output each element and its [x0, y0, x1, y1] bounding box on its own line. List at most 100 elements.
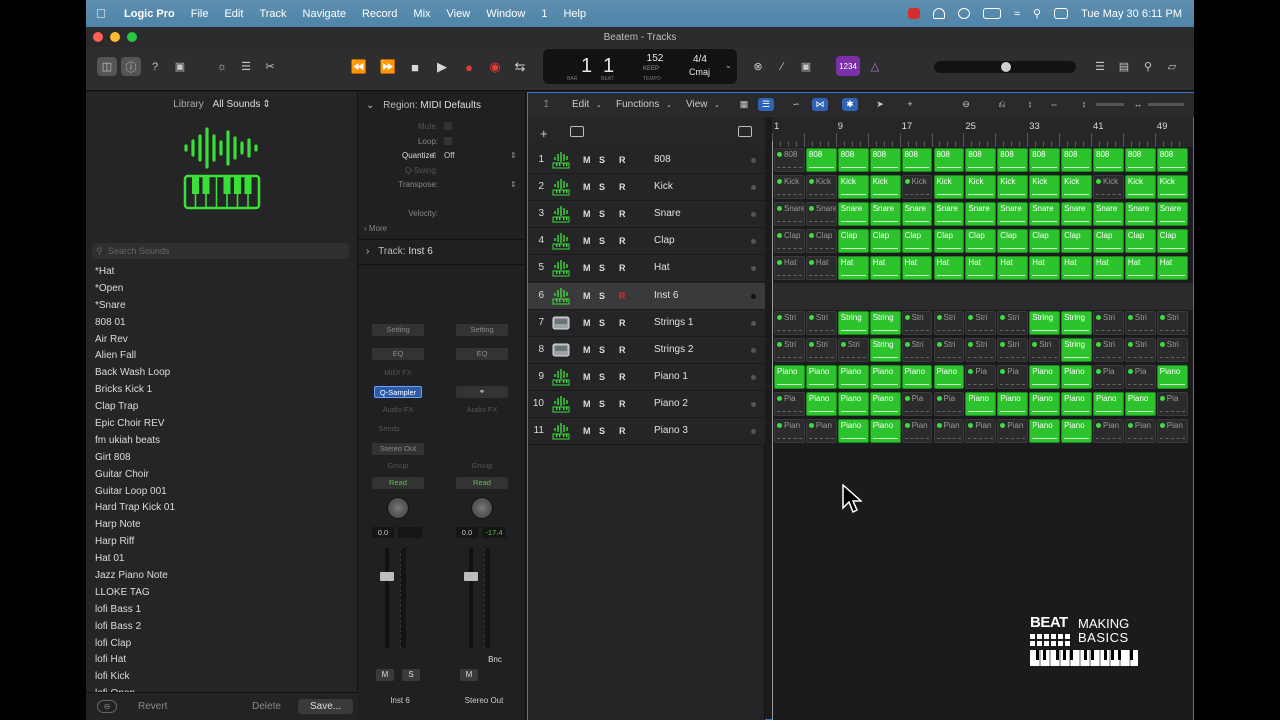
midi-region[interactable]: Piano [933, 364, 965, 389]
menu-file[interactable]: File [191, 8, 209, 20]
tuner-icon[interactable]: ∕ [772, 57, 792, 76]
solo-button[interactable]: S [599, 209, 605, 219]
play-circle-icon[interactable] [958, 8, 970, 19]
library-item[interactable]: LLOKE TAG [95, 585, 295, 602]
minimize-window-icon[interactable] [110, 32, 120, 42]
midi-region[interactable]: Stri [1093, 337, 1124, 362]
delete-button[interactable]: Delete [252, 701, 281, 712]
midi-region[interactable]: Kick [1156, 175, 1188, 200]
midi-region[interactable]: Clap [869, 229, 901, 254]
midi-region[interactable]: Kick [965, 175, 997, 200]
strip-solo-button[interactable]: S [402, 669, 420, 681]
midi-region[interactable]: Snare [1093, 202, 1124, 227]
mute-button[interactable]: M [583, 399, 591, 409]
midi-region[interactable]: Snare [805, 202, 837, 227]
rewind-icon[interactable]: ⏪ [348, 57, 370, 77]
midi-region[interactable]: String [1061, 337, 1092, 362]
catch-icon[interactable]: ✱ [842, 98, 858, 111]
midi-region[interactable]: 808 [1093, 148, 1124, 172]
track-row-kick[interactable]: 2 M S R Kick [528, 174, 765, 202]
mute-button[interactable]: M [583, 236, 591, 246]
quick-help-icon[interactable]: ? [145, 57, 165, 76]
group-slot[interactable]: Group [372, 460, 424, 472]
solo-button[interactable]: S [599, 372, 605, 382]
midi-region[interactable]: Kick [1093, 175, 1124, 200]
quantize-value[interactable]: Off [444, 151, 455, 160]
midi-region[interactable]: Piano [1061, 391, 1092, 416]
quantize-popup-icon[interactable]: ⇕ [510, 151, 517, 160]
library-item[interactable]: Jazz Piano Note [95, 568, 295, 585]
mute-button[interactable]: M [583, 291, 591, 301]
spotlight-icon[interactable]: ⚲ [1033, 7, 1041, 20]
track-row-strings-1[interactable]: 7 M S R Strings 1 [528, 309, 765, 337]
midi-region[interactable]: Clap [1156, 229, 1188, 254]
midi-region[interactable]: Piano [965, 391, 997, 416]
midi-region[interactable]: Stri [997, 337, 1029, 362]
pan-knob[interactable] [471, 497, 493, 519]
midi-region[interactable]: 808 [1156, 148, 1188, 172]
library-item[interactable]: 808 01 [95, 315, 295, 332]
midi-region[interactable]: Clap [837, 229, 869, 254]
mute-button[interactable]: M [583, 372, 591, 382]
midi-region[interactable]: Snare [1061, 202, 1092, 227]
track-dot[interactable] [751, 158, 756, 163]
track-name[interactable]: Strings 1 [654, 317, 693, 328]
midi-region[interactable]: Piano [1061, 364, 1092, 389]
midi-region[interactable]: Kick [1124, 175, 1156, 200]
track-name[interactable]: Clap [654, 235, 675, 246]
list-editors-icon[interactable]: ☰ [1090, 57, 1110, 76]
track-dot[interactable] [751, 320, 756, 326]
library-item[interactable]: Harp Riff [95, 534, 295, 551]
track-name[interactable]: Piano 2 [654, 398, 688, 409]
action-menu-icon[interactable]: ⊖ [97, 700, 117, 713]
zoom-window-icon[interactable] [127, 32, 137, 42]
library-filter[interactable]: All Sounds [213, 99, 261, 110]
vertical-zoom-slider-icon[interactable]: ↕ [1076, 98, 1092, 111]
smart-controls-icon[interactable]: ☼ [212, 57, 232, 76]
mixer-icon[interactable]: ☰ [236, 57, 256, 76]
menu-1[interactable]: 1 [541, 8, 547, 20]
midi-region[interactable]: Stri [901, 310, 933, 335]
count-in-badge[interactable]: 1234 [836, 56, 860, 76]
strip-mute-button[interactable]: M [460, 669, 478, 681]
library-item[interactable]: lofi Hat [95, 652, 295, 669]
midi-region[interactable]: Piano [1029, 364, 1061, 389]
library-item[interactable]: Epic Choir REV [95, 416, 295, 433]
midi-region[interactable]: Hat [997, 256, 1029, 281]
region-lane[interactable]: Hat Hat Hat Hat Hat Hat Hat Hat Hat Hat Hat Hat Hat [772, 255, 1193, 282]
setting-slot[interactable]: Setting [372, 324, 424, 336]
automation-read-slot[interactable]: Read [456, 477, 508, 489]
menu-track[interactable]: Track [259, 8, 286, 20]
midi-region[interactable]: Snare [933, 202, 965, 227]
midi-region[interactable]: Piano [1156, 364, 1188, 389]
midi-region[interactable]: String [1029, 310, 1061, 335]
region-lane[interactable]: Pian Pian Piano Piano Pian Pian Pian Pian Piano P… [772, 418, 1193, 445]
midi-region[interactable]: Stri [965, 310, 997, 335]
midi-region[interactable]: Snare [1156, 202, 1188, 227]
midi-region[interactable]: Hat [1029, 256, 1061, 281]
midi-region[interactable]: 808 [837, 148, 869, 172]
menu-edit[interactable]: Edit [224, 8, 243, 20]
solo-button[interactable]: S [599, 345, 605, 355]
midi-region[interactable]: Stri [774, 337, 805, 362]
midi-region[interactable]: Hat [933, 256, 965, 281]
track-dot[interactable] [751, 212, 756, 218]
midi-region[interactable]: Stri [997, 310, 1029, 335]
region-lane[interactable] [772, 282, 1193, 310]
solo-button[interactable]: S [599, 399, 605, 409]
track-row-piano-1[interactable]: 9 M S R Piano 1 [528, 363, 765, 391]
midi-region[interactable]: Stri [1124, 310, 1156, 335]
library-item[interactable]: lofi Clap [95, 636, 295, 653]
midi-region[interactable]: Stri [1156, 310, 1188, 335]
editors-icon[interactable]: ✂ [260, 57, 280, 76]
midi-region[interactable]: Pia [1156, 391, 1188, 416]
pencil-tool-icon[interactable]: + [902, 98, 918, 111]
solo-button[interactable]: S [599, 236, 605, 246]
midi-region[interactable]: Stri [1093, 310, 1124, 335]
midi-region[interactable]: Pian [1093, 419, 1124, 443]
record-enable-button[interactable]: R [619, 236, 626, 246]
view-menu[interactable]: View [686, 99, 708, 110]
midi-region[interactable]: 808 [1061, 148, 1092, 172]
midi-region[interactable]: Pian [774, 419, 805, 443]
menu-navigate[interactable]: Navigate [303, 8, 346, 20]
